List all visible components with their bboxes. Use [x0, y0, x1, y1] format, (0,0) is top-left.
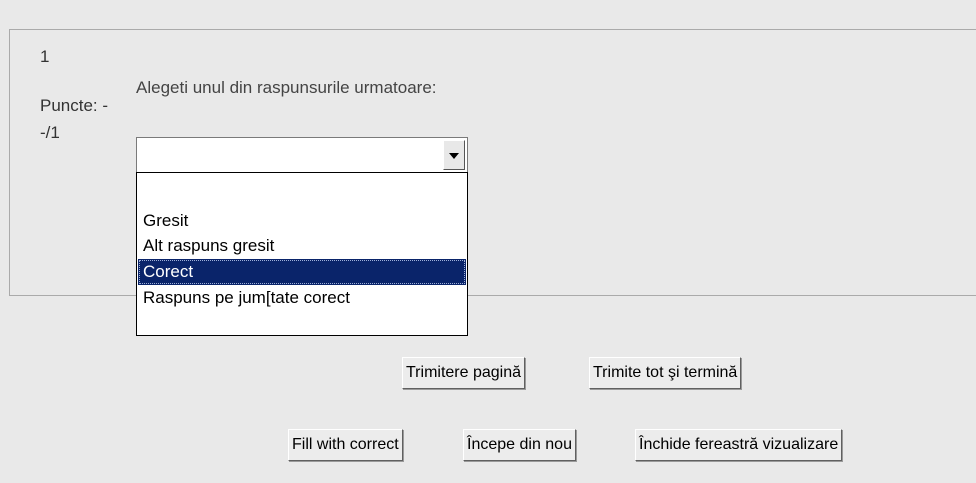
dropdown-option-gresit[interactable]: Gresit: [138, 208, 466, 234]
chevron-down-icon[interactable]: [443, 140, 465, 170]
submit-page-button[interactable]: Trimitere pagină: [402, 357, 526, 389]
submit-all-button[interactable]: Trimite tot şi termină: [589, 357, 742, 389]
dropdown-option-empty[interactable]: [138, 174, 466, 200]
dropdown-option-jumatate-corect[interactable]: Raspuns pe jum[tate corect: [138, 285, 466, 311]
answer-dropdown-list[interactable]: Gresit Alt raspuns gresit Corect Raspuns…: [136, 172, 468, 336]
fill-correct-button[interactable]: Fill with correct: [288, 429, 403, 461]
points-value: -/1: [40, 123, 60, 142]
close-preview-button[interactable]: Închide fereastră vizualizare: [635, 429, 843, 461]
answer-select[interactable]: [136, 137, 468, 173]
dropdown-option-corect[interactable]: Corect: [138, 259, 466, 285]
question-points: Puncte: - -/1: [40, 92, 108, 146]
start-again-button[interactable]: Începe din nou: [463, 429, 576, 461]
question-number: 1: [40, 47, 50, 66]
dropdown-option-alt-raspuns-gresit[interactable]: Alt raspuns gresit: [138, 233, 466, 259]
question-prompt: Alegeti unul din raspunsurile urmatoare:: [136, 78, 437, 97]
points-label: Puncte: -: [40, 96, 109, 115]
